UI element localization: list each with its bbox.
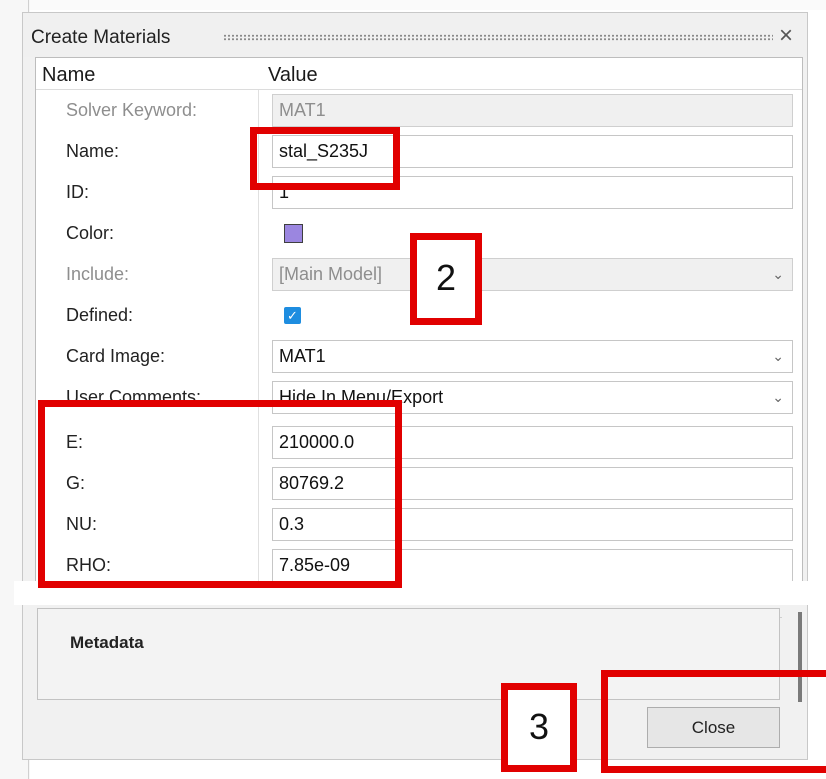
- row-id: ID: 1: [36, 172, 802, 213]
- field-value: MAT1: [279, 100, 326, 120]
- row-label: Color:: [66, 223, 115, 243]
- chevron-down-icon: ⌄: [772, 348, 784, 364]
- row-label: ID:: [66, 182, 90, 202]
- row-card-image: Card Image: MAT1 ⌄: [36, 336, 802, 377]
- include-select: [Main Model] ⌄: [272, 258, 793, 291]
- background-top: [0, 0, 826, 10]
- chevron-down-icon: ⌄: [772, 389, 784, 405]
- solver-keyword-field: MAT1: [272, 94, 793, 127]
- annotation-box-close: [601, 670, 826, 773]
- metadata-title: Metadata: [70, 633, 144, 652]
- row-label: Defined:: [66, 305, 134, 325]
- row-solver-keyword: Solver Keyword: MAT1: [36, 90, 802, 131]
- field-value: MAT1: [279, 346, 326, 366]
- defined-checkbox[interactable]: ✓: [284, 307, 301, 324]
- row-label: Card Image:: [66, 346, 166, 366]
- dialog-titlebar[interactable]: Create Materials ×: [23, 13, 807, 57]
- grid-header: Name Value: [36, 58, 802, 90]
- dialog-title: Create Materials: [31, 27, 171, 48]
- column-header-value[interactable]: Value: [268, 64, 318, 87]
- color-swatch[interactable]: [284, 224, 303, 243]
- drag-grip[interactable]: [223, 34, 773, 41]
- row-name: Name: stal_S235J: [36, 131, 802, 172]
- field-value: [Main Model]: [279, 264, 383, 284]
- column-header-name[interactable]: Name: [42, 64, 95, 87]
- annotation-number-2: 2: [410, 233, 482, 325]
- card-image-select[interactable]: MAT1 ⌄: [272, 340, 793, 373]
- annotation-box-name: [250, 127, 400, 190]
- annotation-box-properties: [38, 400, 402, 588]
- annotation-number-3: 3: [501, 683, 577, 772]
- row-label: Include:: [66, 264, 130, 284]
- close-icon[interactable]: ×: [779, 22, 793, 50]
- row-label: Solver Keyword:: [66, 100, 198, 120]
- row-label: Name:: [66, 141, 120, 161]
- chevron-down-icon: ⌄: [772, 266, 784, 282]
